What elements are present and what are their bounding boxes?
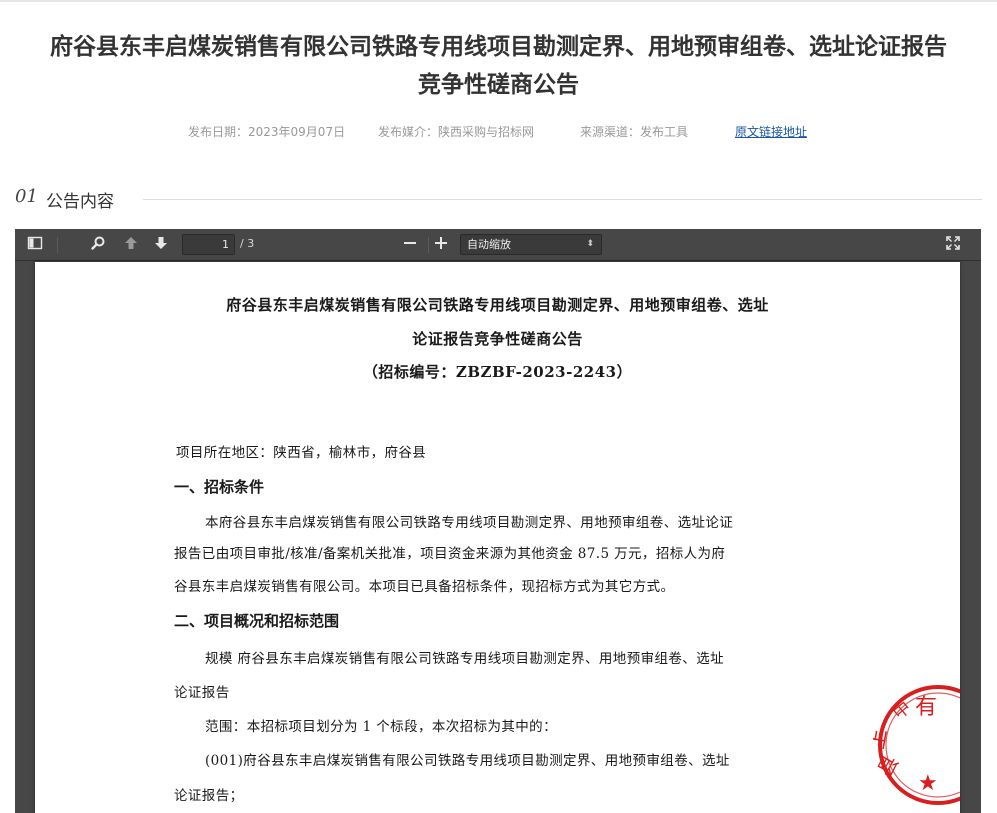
document-heading-line-2: 论证报告竞争性磋商公告 <box>412 330 583 348</box>
section-number: 01 <box>15 186 38 207</box>
zoom-select[interactable]: 自动缩放 ⬍ <box>460 234 602 255</box>
sidebar-toggle-button[interactable] <box>27 235 47 255</box>
zoom-out-button[interactable] <box>402 235 422 255</box>
page-total: / 3 <box>240 237 255 250</box>
previous-page-icon <box>125 237 137 249</box>
source-channel: 来源渠道：发布工具 <box>580 125 689 139</box>
document-tender-number: （招标编号：ZBZBF-2023-2243） <box>362 363 633 381</box>
original-link[interactable]: 原文链接地址 <box>735 123 807 140</box>
publish-media: 发布媒介：陕西采购与招标网 <box>378 125 535 139</box>
document-section-1-title: 一、招标条件 <box>174 478 265 496</box>
toolbar-separator <box>57 237 58 253</box>
fullscreen-button[interactable] <box>945 235 965 255</box>
search-icon <box>91 236 105 250</box>
article-meta: 发布日期：2023年09月07日 发布媒介：陕西采购与招标网 来源渠道：发布工具… <box>0 123 997 143</box>
pdf-viewer: 1 / 3 自动缩放 ⬍ 府谷县东丰启煤炭销售有限公司铁路专用线项目勘测定界、用… <box>15 229 981 813</box>
sidebar-toggle-icon <box>27 236 43 250</box>
company-seal: 中 有 上 县 ★ <box>873 685 960 805</box>
zoom-in-button[interactable] <box>433 235 453 255</box>
toolbar-separator <box>428 237 429 253</box>
zoom-in-icon <box>435 237 447 249</box>
top-divider <box>0 0 997 2</box>
page-title-line-1: 府谷县东丰启煤炭销售有限公司铁路专用线项目勘测定界、用地预审组卷、选址论证报告 <box>50 34 947 60</box>
fullscreen-icon <box>946 236 960 250</box>
document-region: 项目所在地区：陕西省，榆林市，府谷县 <box>176 445 427 461</box>
page-title: 府谷县东丰启煤炭销售有限公司铁路专用线项目勘测定界、用地预审组卷、选址论证报告 … <box>0 28 997 104</box>
next-page-icon <box>155 237 167 249</box>
document-paragraph: 范围：本招标项目划分为 1 个标段，本次招标为其中的： <box>205 719 557 735</box>
pdf-page: 府谷县东丰启煤炭销售有限公司铁路专用线项目勘测定界、用地预审组卷、选址 论证报告… <box>35 262 960 813</box>
next-page-button[interactable] <box>153 235 173 255</box>
document-content: 府谷县东丰启煤炭销售有限公司铁路专用线项目勘测定界、用地预审组卷、选址 论证报告… <box>35 262 960 813</box>
pdf-toolbar: 1 / 3 自动缩放 ⬍ <box>15 229 981 261</box>
document-section-2-title: 二、项目概况和招标范围 <box>174 612 340 630</box>
page-number-input[interactable]: 1 <box>182 234 235 255</box>
document-paragraph: 论证报告 <box>174 685 230 701</box>
document-heading-line-1: 府谷县东丰启煤炭销售有限公司铁路专用线项目勘测定界、用地预审组卷、选址 <box>226 296 769 314</box>
chevron-updown-icon: ⬍ <box>586 239 594 249</box>
svg-text:有: 有 <box>915 695 937 720</box>
svg-text:中: 中 <box>889 698 915 724</box>
document-paragraph: 本府谷县东丰启煤炭销售有限公司铁路专用线项目勘测定界、用地预审组卷、选址论证 <box>205 515 734 531</box>
publish-date: 发布日期：2023年09月07日 <box>188 125 346 139</box>
svg-text:★: ★ <box>918 771 938 796</box>
zoom-select-value: 自动缩放 <box>467 238 511 251</box>
page-title-line-2: 竞争性磋商公告 <box>418 72 579 98</box>
section-header: 01 公告内容 <box>15 186 982 212</box>
document-paragraph: (001)府谷县东丰启煤炭销售有限公司铁路专用线项目勘测定界、用地预审组卷、选址 <box>205 753 730 769</box>
previous-page-button[interactable] <box>123 235 143 255</box>
section-divider <box>143 199 982 200</box>
document-paragraph: 报告已由项目审批/核准/备案机关批准，项目资金来源为其他资金 87.5 万元，招… <box>174 546 726 562</box>
svg-text:县: 县 <box>873 751 903 780</box>
find-button[interactable] <box>90 235 110 255</box>
section-label: 公告内容 <box>46 192 114 212</box>
document-paragraph: 规模 府谷县东丰启煤炭销售有限公司铁路专用线项目勘测定界、用地预审组卷、选址 <box>205 651 724 667</box>
zoom-out-icon <box>404 242 416 244</box>
document-paragraph: 论证报告； <box>174 788 244 804</box>
document-paragraph: 谷县东丰启煤炭销售有限公司。本项目已具备招标条件，现招标方式为其它方式。 <box>174 579 675 595</box>
